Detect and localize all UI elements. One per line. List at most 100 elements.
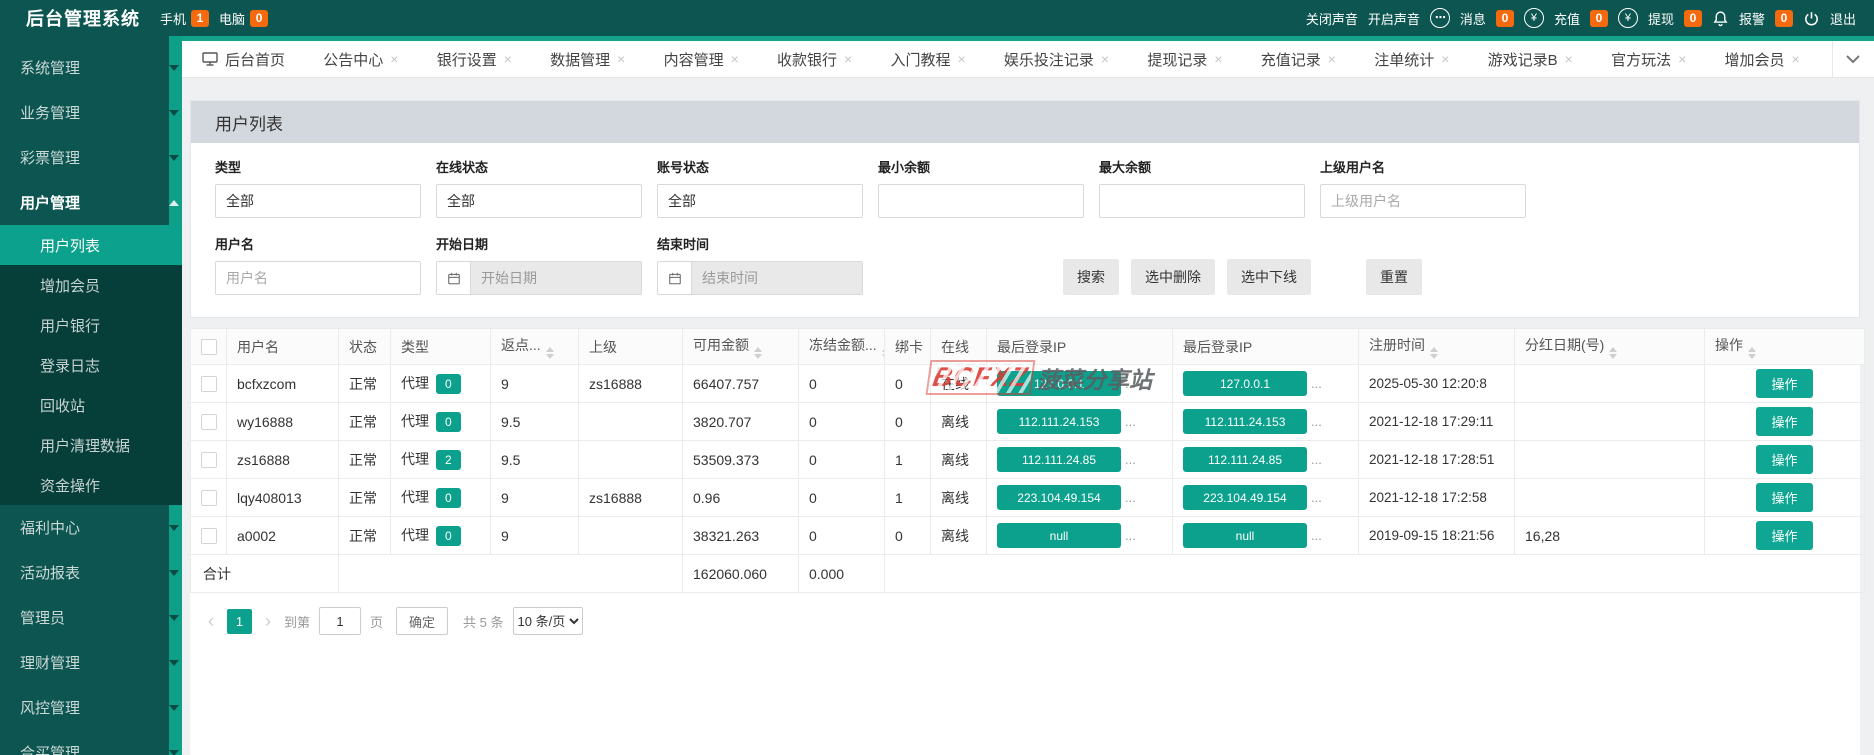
sidebar-item-admin[interactable]: 管理员	[0, 595, 182, 640]
power-icon[interactable]	[1803, 10, 1820, 27]
col-action[interactable]: 操作	[1705, 329, 1865, 365]
username-input[interactable]	[215, 261, 421, 295]
alarm-label[interactable]: 报警	[1739, 9, 1765, 28]
max-balance-input[interactable]	[1099, 184, 1305, 218]
row-checkbox[interactable]	[201, 452, 217, 468]
sidebar-item-lottery[interactable]: 彩票管理	[0, 135, 182, 180]
col-reg-time[interactable]: 注册时间	[1359, 329, 1515, 365]
min-balance-input[interactable]	[878, 184, 1084, 218]
row-checkbox[interactable]	[201, 414, 217, 430]
search-button[interactable]: 搜索	[1063, 259, 1119, 295]
close-icon[interactable]: ×	[731, 51, 739, 67]
sidebar-item-add-member[interactable]: 增加会员	[0, 265, 182, 305]
col-balance[interactable]: 可用金额	[683, 329, 799, 365]
sidebar-item-user-clean[interactable]: 用户清理数据	[0, 425, 182, 465]
close-icon[interactable]: ×	[1214, 51, 1222, 67]
recharge-label[interactable]: 充值	[1554, 9, 1580, 28]
ip-button[interactable]: 112.111.24.85	[1183, 447, 1307, 472]
delete-selected-button[interactable]: 选中删除	[1131, 259, 1215, 295]
tab-data-management[interactable]: 数据管理×	[544, 49, 631, 70]
tab-recharge-records[interactable]: 充值记录×	[1255, 49, 1342, 70]
ip-button[interactable]: 112.111.24.153	[1183, 409, 1307, 434]
ip-button[interactable]: null	[997, 523, 1121, 548]
offline-selected-button[interactable]: 选中下线	[1227, 259, 1311, 295]
sidebar-item-fund-operation[interactable]: 资金操作	[0, 465, 182, 505]
sort-icon[interactable]	[1430, 347, 1438, 359]
prev-page-icon[interactable]: ‹	[204, 612, 218, 630]
ip-button[interactable]: 127.0.0.1	[1183, 371, 1307, 396]
col-rebate[interactable]: 返点...	[491, 329, 579, 365]
confirm-button[interactable]: 确定	[396, 607, 448, 635]
close-icon[interactable]: ×	[1792, 51, 1800, 67]
sort-icon[interactable]	[546, 347, 554, 359]
sidebar-item-risk[interactable]: 风控管理	[0, 685, 182, 730]
ip-button[interactable]: 223.104.49.154	[997, 485, 1121, 510]
start-date-input[interactable]	[471, 262, 641, 294]
close-icon[interactable]: ×	[844, 51, 852, 67]
sidebar-item-business[interactable]: 业务管理	[0, 90, 182, 135]
action-button[interactable]: 操作	[1756, 369, 1812, 398]
close-icon[interactable]: ×	[1678, 51, 1686, 67]
tab-home[interactable]: 后台首页	[196, 49, 291, 70]
action-button[interactable]: 操作	[1756, 407, 1812, 436]
row-checkbox[interactable]	[201, 528, 217, 544]
col-dividend[interactable]: 分红日期(号)	[1515, 329, 1705, 365]
sidebar-item-recycle-bin[interactable]: 回收站	[0, 385, 182, 425]
sidebar-item-activity-report[interactable]: 活动报表	[0, 550, 182, 595]
ip-button[interactable]: 112.111.24.85	[997, 447, 1121, 472]
goto-page-input[interactable]	[319, 607, 361, 635]
close-icon[interactable]: ×	[957, 51, 965, 67]
reset-button[interactable]: 重置	[1366, 259, 1422, 295]
tab-withdraw-records[interactable]: 提现记录×	[1141, 49, 1228, 70]
tab-receiving-bank[interactable]: 收款银行×	[771, 49, 858, 70]
sidebar-item-login-log[interactable]: 登录日志	[0, 345, 182, 385]
close-icon[interactable]: ×	[1441, 51, 1449, 67]
logout-button[interactable]: 退出	[1830, 9, 1856, 28]
sort-icon[interactable]	[1748, 347, 1756, 359]
tab-tutorial[interactable]: 入门教程×	[884, 49, 971, 70]
tab-order-stats[interactable]: 注单统计×	[1368, 49, 1455, 70]
type-select[interactable]	[215, 184, 421, 218]
sidebar-item-user-list[interactable]: 用户列表	[0, 225, 182, 265]
row-checkbox[interactable]	[201, 376, 217, 392]
sound-off-button[interactable]: 关闭声音	[1306, 9, 1358, 28]
tab-announcement[interactable]: 公告中心×	[317, 49, 404, 70]
sidebar-item-welfare[interactable]: 福利中心	[0, 505, 182, 550]
tab-content-management[interactable]: 内容管理×	[658, 49, 745, 70]
action-button[interactable]: 操作	[1756, 445, 1812, 474]
action-button[interactable]: 操作	[1756, 521, 1812, 550]
recharge-yen-icon[interactable]: ¥	[1524, 8, 1544, 28]
message-label[interactable]: 消息	[1460, 9, 1486, 28]
tab-official-play[interactable]: 官方玩法×	[1605, 49, 1692, 70]
close-icon[interactable]: ×	[1101, 51, 1109, 67]
close-icon[interactable]: ×	[390, 51, 398, 67]
row-checkbox[interactable]	[201, 490, 217, 506]
ip-button[interactable]: 112.111.24.153	[997, 409, 1121, 434]
ip-button[interactable]: null	[1183, 523, 1307, 548]
sound-on-button[interactable]: 开启声音	[1368, 9, 1420, 28]
tab-add-member[interactable]: 增加会员×	[1719, 49, 1806, 70]
online-status-select[interactable]	[436, 184, 642, 218]
sort-icon[interactable]	[754, 347, 762, 359]
sidebar-item-system[interactable]: 系统管理	[0, 45, 182, 90]
close-icon[interactable]: ×	[1328, 51, 1336, 67]
sidebar-item-user-bank[interactable]: 用户银行	[0, 305, 182, 345]
bell-icon[interactable]	[1712, 10, 1729, 27]
ip-button[interactable]: 127.0.0.1	[997, 371, 1121, 396]
page-size-select[interactable]: 10 条/页	[513, 607, 583, 635]
tab-bank-settings[interactable]: 银行设置×	[431, 49, 518, 70]
col-frozen[interactable]: 冻结金额...	[799, 329, 885, 365]
tab-bet-records[interactable]: 娱乐投注记录×	[998, 49, 1115, 70]
sidebar-item-user-management[interactable]: 用户管理	[0, 180, 182, 225]
tab-overflow-button[interactable]	[1832, 41, 1874, 77]
sort-icon[interactable]	[1609, 347, 1617, 359]
sidebar-item-finance[interactable]: 理财管理	[0, 640, 182, 685]
end-time-input[interactable]	[692, 262, 862, 294]
message-bubble-icon[interactable]: ⋯	[1430, 8, 1450, 28]
sidebar-item-group-buy[interactable]: 合买管理	[0, 730, 182, 755]
page-number-button[interactable]: 1	[227, 609, 252, 634]
tab-game-records[interactable]: 游戏记录B×	[1482, 49, 1579, 70]
action-button[interactable]: 操作	[1756, 483, 1812, 512]
withdraw-label[interactable]: 提现	[1648, 9, 1674, 28]
close-icon[interactable]: ×	[504, 51, 512, 67]
